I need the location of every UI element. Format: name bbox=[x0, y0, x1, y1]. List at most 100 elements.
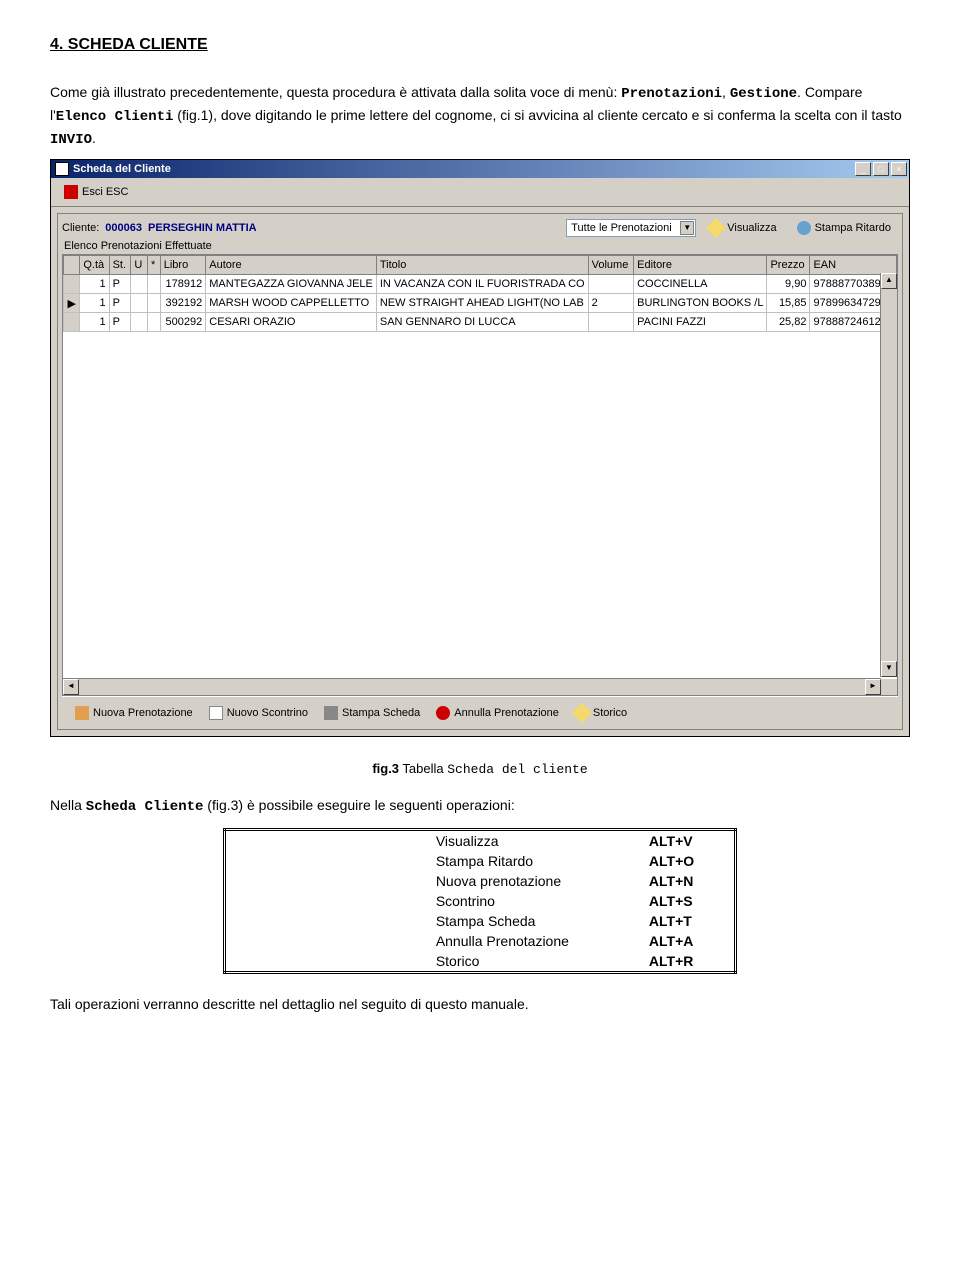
col-st[interactable]: St. bbox=[109, 256, 131, 275]
close-button[interactable]: × bbox=[891, 162, 907, 176]
cell-titolo: IN VACANZA CON IL FUORISTRADA CO bbox=[376, 275, 588, 294]
client-name: PERSEGHIN MATTIA bbox=[148, 222, 257, 234]
cancel-icon bbox=[436, 706, 450, 720]
op-shortcut: ALT+T bbox=[609, 911, 736, 931]
minimize-button[interactable]: _ bbox=[855, 162, 871, 176]
receipt-icon bbox=[209, 706, 223, 720]
op-label: Scontrino bbox=[396, 891, 609, 911]
col-u[interactable]: U bbox=[131, 256, 148, 275]
op-label: Nuova prenotazione bbox=[396, 871, 609, 891]
section-heading: 4. SCHEDA CLIENTE bbox=[50, 36, 910, 54]
maximize-button[interactable]: □ bbox=[873, 162, 889, 176]
figure-caption: fig.3 Tabella Scheda del cliente bbox=[50, 761, 910, 777]
table-row[interactable]: ▶ 1 P 392192 MARSH WOOD CAPPELLETTO NEW … bbox=[64, 294, 897, 313]
cell-libro: 392192 bbox=[160, 294, 206, 313]
visualizza-label: Visualizza bbox=[727, 222, 776, 234]
op-label: Stampa Scheda bbox=[396, 911, 609, 931]
cell-titolo: SAN GENNARO DI LUCCA bbox=[376, 313, 588, 332]
operations-table: Visualizza ALT+V Stampa Ritardo ALT+O Nu… bbox=[223, 828, 737, 974]
text: Come già illustrato precedentemente, que… bbox=[50, 84, 621, 100]
caption-mono: Scheda del cliente bbox=[447, 762, 587, 777]
cell-libro: 500292 bbox=[160, 313, 206, 332]
diamond-icon bbox=[706, 218, 726, 238]
table-row[interactable]: 1 P 178912 MANTEGAZZA GIOVANNA JELE IN V… bbox=[64, 275, 897, 294]
cell-qta: 1 bbox=[80, 275, 109, 294]
window-icon bbox=[55, 162, 69, 176]
cell-editore: PACINI FAZZI bbox=[634, 313, 767, 332]
op-shortcut: ALT+V bbox=[609, 830, 736, 852]
nuova-prenotazione-button[interactable]: Nuova Prenotazione bbox=[68, 703, 200, 723]
col-qta[interactable]: Q.tà bbox=[80, 256, 109, 275]
col-marker bbox=[64, 256, 80, 275]
cell-star bbox=[147, 294, 160, 313]
cell-st: P bbox=[109, 294, 131, 313]
cell-st: P bbox=[109, 313, 131, 332]
nuovo-scontrino-button[interactable]: Nuovo Scontrino bbox=[202, 703, 315, 723]
table-row[interactable]: 1 P 500292 CESARI ORAZIO SAN GENNARO DI … bbox=[64, 313, 897, 332]
text: (fig.1), dove digitando le prime lettere… bbox=[173, 107, 901, 123]
scroll-left-icon[interactable]: ◄ bbox=[63, 679, 79, 695]
col-ean[interactable]: EAN bbox=[810, 256, 897, 275]
scheda-cliente-ref: Scheda Cliente bbox=[86, 799, 204, 815]
operations-intro: Nella Scheda Cliente (fig.3) è possibile… bbox=[50, 795, 910, 818]
op-shortcut: ALT+O bbox=[609, 851, 736, 871]
col-volume[interactable]: Volume bbox=[588, 256, 633, 275]
client-id: 000063 bbox=[105, 222, 142, 234]
prenotazioni-grid[interactable]: Q.tà St. U * Libro Autore Titolo Volume … bbox=[63, 255, 897, 332]
hourglass-icon bbox=[797, 221, 811, 235]
scroll-corner bbox=[881, 679, 897, 695]
vertical-scrollbar[interactable]: ▲ ▼ bbox=[880, 273, 897, 677]
cell-titolo: NEW STRAIGHT AHEAD LIGHT(NO LAB bbox=[376, 294, 588, 313]
printer-icon bbox=[324, 706, 338, 720]
scroll-down-icon[interactable]: ▼ bbox=[881, 661, 897, 677]
cell-editore: COCCINELLA bbox=[634, 275, 767, 294]
text: . bbox=[92, 130, 96, 146]
storico-label: Storico bbox=[593, 707, 627, 719]
window-titlebar[interactable]: Scheda del Cliente _ □ × bbox=[51, 160, 909, 178]
client-label: Cliente: bbox=[62, 222, 99, 234]
grid-heading: Elenco Prenotazioni Effettuate bbox=[64, 240, 898, 252]
menu-gestione: Gestione bbox=[730, 86, 797, 102]
cell-volume: 2 bbox=[588, 294, 633, 313]
cell-autore: CESARI ORAZIO bbox=[206, 313, 377, 332]
cell-prezzo: 25,82 bbox=[767, 313, 810, 332]
filter-combo[interactable]: Tutte le Prenotazioni ▼ bbox=[566, 219, 696, 237]
row-marker: ▶ bbox=[64, 294, 80, 313]
inner-panel: Cliente: 000063 PERSEGHIN MATTIA Tutte l… bbox=[57, 213, 903, 730]
op-shortcut: ALT+S bbox=[609, 891, 736, 911]
window-scheda-cliente: Scheda del Cliente _ □ × Esci ESC Client… bbox=[50, 159, 910, 737]
cell-star bbox=[147, 275, 160, 294]
col-editore[interactable]: Editore bbox=[634, 256, 767, 275]
cell-autore: MANTEGAZZA GIOVANNA JELE bbox=[206, 275, 377, 294]
nuovo-scontrino-label: Nuovo Scontrino bbox=[227, 707, 308, 719]
col-star[interactable]: * bbox=[147, 256, 160, 275]
visualizza-button[interactable]: Visualizza bbox=[702, 218, 783, 238]
cell-u bbox=[131, 294, 148, 313]
col-autore[interactable]: Autore bbox=[206, 256, 377, 275]
col-titolo[interactable]: Titolo bbox=[376, 256, 588, 275]
key-invio: INVIO bbox=[50, 132, 92, 148]
scroll-up-icon[interactable]: ▲ bbox=[881, 273, 897, 289]
esci-button[interactable]: Esci ESC bbox=[57, 182, 135, 202]
stampa-ritardo-button[interactable]: Stampa Ritardo bbox=[790, 218, 898, 238]
chevron-down-icon: ▼ bbox=[680, 221, 694, 235]
stampa-scheda-button[interactable]: Stampa Scheda bbox=[317, 703, 427, 723]
window-title: Scheda del Cliente bbox=[73, 163, 855, 175]
menu-prenotazioni: Prenotazioni bbox=[621, 86, 722, 102]
cell-prezzo: 9,90 bbox=[767, 275, 810, 294]
stampa-scheda-label: Stampa Scheda bbox=[342, 707, 420, 719]
cell-prezzo: 15,85 bbox=[767, 294, 810, 313]
intro-paragraph: Come già illustrato precedentemente, que… bbox=[50, 82, 910, 151]
esci-label: Esci ESC bbox=[82, 186, 128, 198]
annulla-prenotazione-label: Annulla Prenotazione bbox=[454, 707, 559, 719]
horizontal-scrollbar[interactable]: ◄ ► bbox=[63, 678, 881, 695]
op-label: Annulla Prenotazione bbox=[396, 931, 609, 951]
top-toolbar: Esci ESC bbox=[51, 178, 909, 207]
client-row: Cliente: 000063 PERSEGHIN MATTIA Tutte l… bbox=[62, 218, 898, 238]
annulla-prenotazione-button[interactable]: Annulla Prenotazione bbox=[429, 703, 566, 723]
storico-button[interactable]: Storico bbox=[568, 703, 634, 723]
col-libro[interactable]: Libro bbox=[160, 256, 206, 275]
col-prezzo[interactable]: Prezzo bbox=[767, 256, 810, 275]
cell-volume bbox=[588, 275, 633, 294]
scroll-right-icon[interactable]: ► bbox=[865, 679, 881, 695]
